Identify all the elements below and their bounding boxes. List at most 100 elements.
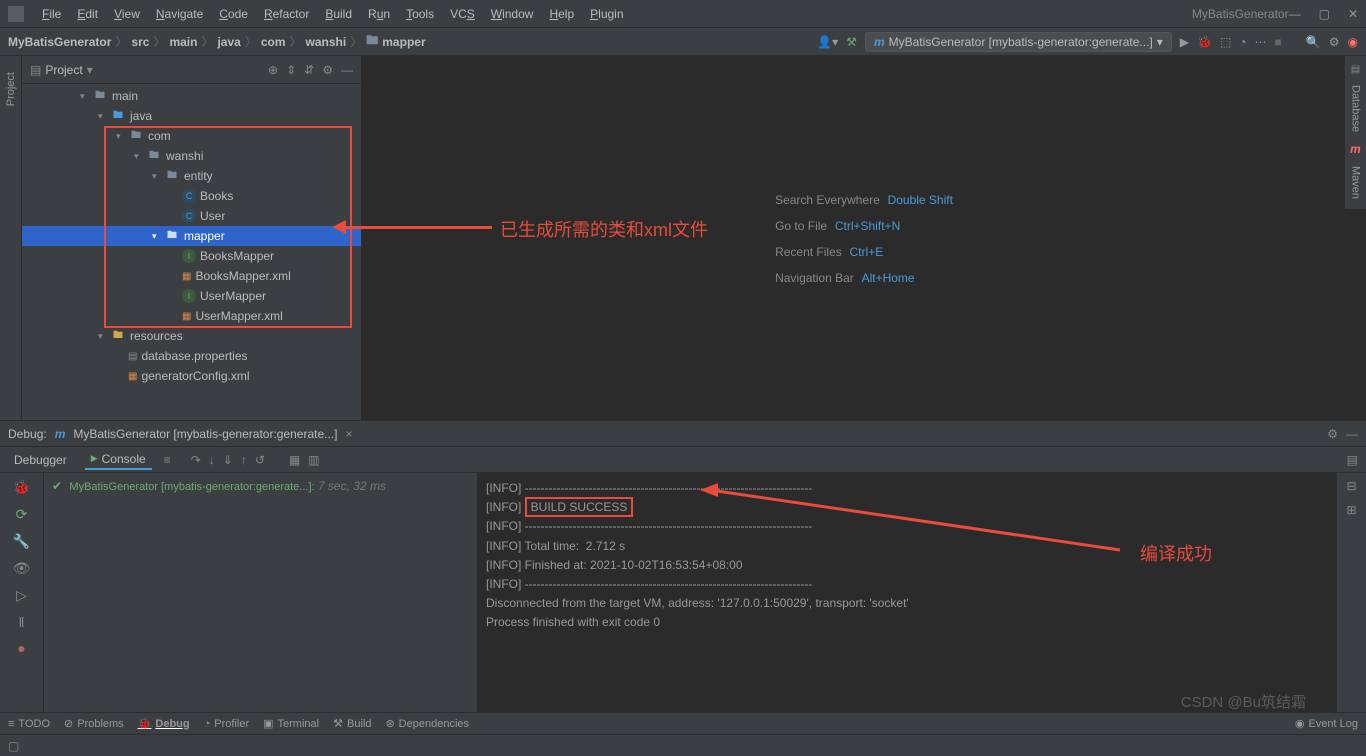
- crumb-java[interactable]: java: [217, 35, 240, 49]
- menu-file[interactable]: File: [36, 5, 67, 23]
- ide-brand-icon[interactable]: ◉: [1348, 35, 1358, 49]
- toolwindow-profiler[interactable]: ◔ Profiler: [204, 718, 250, 730]
- tab-console[interactable]: ▶Console: [85, 450, 152, 470]
- crumb-wanshi[interactable]: wanshi: [306, 35, 347, 49]
- rerun-debug-icon[interactable]: 🐞: [13, 479, 30, 496]
- panel-gear-icon[interactable]: ⚙: [322, 63, 333, 77]
- menu-help[interactable]: Help: [543, 5, 580, 23]
- hammer-icon[interactable]: ⚒: [846, 35, 857, 49]
- collapse-icon[interactable]: ⇕: [286, 63, 296, 77]
- debug-config-label[interactable]: MyBatisGenerator [mybatis-generator:gene…: [73, 427, 337, 441]
- expand-icon[interactable]: ⇵: [304, 63, 314, 77]
- tab-debugger[interactable]: Debugger: [8, 451, 73, 469]
- console-output[interactable]: [INFO] ---------------------------------…: [478, 473, 1336, 712]
- search-icon[interactable]: 🔍: [1306, 35, 1321, 49]
- panel-hide-icon[interactable]: —: [341, 63, 353, 77]
- eval2-icon[interactable]: ▥: [308, 453, 319, 467]
- run-icon[interactable]: ▶: [1180, 35, 1189, 49]
- menu-build[interactable]: Build: [319, 5, 358, 23]
- menu-edit[interactable]: Edit: [71, 5, 104, 23]
- eval-icon[interactable]: ▦: [289, 453, 300, 467]
- tree-node-com[interactable]: ▾🖿com: [22, 126, 361, 146]
- tree-node-booksmapper[interactable]: IBooksMapper: [22, 246, 361, 266]
- tree-node-resources[interactable]: ▾🖿resources: [22, 326, 361, 346]
- project-tree[interactable]: ▾🖿main ▾🖿java ▾🖿com ▾🖿wanshi ▾🖿entity CB…: [22, 84, 361, 420]
- wrench-icon[interactable]: 🔧: [13, 533, 30, 550]
- force-step-into-icon[interactable]: ⇓: [223, 453, 233, 467]
- tree-node-dbprops[interactable]: ▤database.properties: [22, 346, 361, 366]
- layout-icon[interactable]: ▤: [1347, 453, 1358, 467]
- menu-vcs[interactable]: VCS: [444, 5, 481, 23]
- pause-icon[interactable]: ▷: [16, 587, 27, 604]
- profile-icon[interactable]: ◔: [1239, 35, 1246, 49]
- crumb-src[interactable]: src: [131, 35, 149, 49]
- toolwindow-project[interactable]: Project: [5, 72, 17, 106]
- resume-icon[interactable]: ⟳: [16, 506, 28, 523]
- menu-run[interactable]: Run: [362, 5, 396, 23]
- tab-more-icon[interactable]: ≡: [164, 453, 171, 467]
- close-icon[interactable]: ✕: [1348, 7, 1358, 21]
- toolwindow-debug[interactable]: 🐞 Debug: [138, 717, 190, 730]
- menu-tools[interactable]: Tools: [400, 5, 440, 23]
- step-over-icon[interactable]: ↷: [191, 453, 201, 467]
- toolwindow-maven[interactable]: Maven: [1350, 166, 1362, 199]
- debug-gear-icon[interactable]: ⚙: [1327, 427, 1338, 441]
- toolwindow-todo[interactable]: ≡ TODO: [8, 718, 50, 730]
- maximize-icon[interactable]: ▢: [1319, 7, 1330, 21]
- debug-label: Debug:: [8, 427, 47, 441]
- view-bp-icon[interactable]: 👁: [13, 560, 31, 577]
- layout-right-icon[interactable]: ⊟: [1346, 479, 1356, 493]
- tree-node-mapper[interactable]: ▾🖿mapper: [22, 226, 361, 246]
- settings-icon[interactable]: ⚙: [1329, 35, 1340, 49]
- pause2-icon[interactable]: ‖: [19, 614, 25, 630]
- attach-icon[interactable]: ⋯: [1255, 35, 1267, 49]
- tree-node-java[interactable]: ▾🖿java: [22, 106, 361, 126]
- project-panel-title[interactable]: Project: [45, 63, 82, 77]
- tree-node-usermapperxml[interactable]: ▦UserMapper.xml: [22, 306, 361, 326]
- toolwindow-database[interactable]: Database: [1350, 85, 1362, 132]
- target-icon[interactable]: ⊕: [268, 63, 278, 77]
- menu-window[interactable]: Window: [485, 5, 540, 23]
- run-config-selector[interactable]: m MyBatisGenerator [mybatis-generator:ge…: [865, 32, 1172, 52]
- menu-navigate[interactable]: Navigate: [150, 5, 209, 23]
- toolwindow-terminal[interactable]: ▣ Terminal: [263, 717, 319, 730]
- coverage-icon[interactable]: ⬚: [1220, 35, 1231, 49]
- toolwindow-dependencies[interactable]: ⊛ Dependencies: [385, 717, 469, 730]
- tree-node-wanshi[interactable]: ▾🖿wanshi: [22, 146, 361, 166]
- chevron-down-icon[interactable]: ▾: [87, 63, 93, 77]
- drop-frame-icon[interactable]: ↺: [255, 453, 265, 467]
- breadcrumb[interactable]: MyBatisGenerator〉 src〉 main〉 java〉 com〉 …: [8, 31, 426, 52]
- mute-bp-icon[interactable]: ●: [17, 640, 25, 656]
- menu-plugin[interactable]: Plugin: [584, 5, 629, 23]
- step-out-icon[interactable]: ↑: [241, 453, 247, 467]
- toolwindow-build[interactable]: ⚒ Build: [333, 717, 371, 730]
- tree-node-main[interactable]: ▾🖿main: [22, 86, 361, 106]
- tree-node-entity[interactable]: ▾🖿entity: [22, 166, 361, 186]
- tree-node-gencfg[interactable]: ▦generatorConfig.xml: [22, 366, 361, 386]
- step-into-icon[interactable]: ↓: [209, 453, 215, 467]
- toolwindow-eventlog[interactable]: ◉ Event Log: [1295, 717, 1358, 730]
- toolwindow-problems[interactable]: ⊘ Problems: [64, 717, 124, 730]
- tree-node-booksmapperxml[interactable]: ▦BooksMapper.xml: [22, 266, 361, 286]
- tree-node-usermapper[interactable]: IUserMapper: [22, 286, 361, 306]
- close-tab-icon[interactable]: ×: [346, 427, 353, 441]
- menu-view[interactable]: View: [108, 5, 146, 23]
- crumb-mapper[interactable]: mapper: [382, 35, 425, 49]
- status-bar: ▢: [0, 734, 1366, 756]
- bottom-toolwindow-bar: ≡ TODO ⊘ Problems 🐞 Debug ◔ Profiler ▣ T…: [0, 712, 1366, 734]
- debug-icon[interactable]: 🐞: [1197, 35, 1212, 49]
- layout-bottom-icon[interactable]: ⊞: [1346, 503, 1356, 517]
- statusbar-toggle-icon[interactable]: ▢: [8, 739, 19, 753]
- debug-hide-icon[interactable]: —: [1346, 427, 1358, 441]
- crumb-root[interactable]: MyBatisGenerator: [8, 35, 111, 49]
- menu-code[interactable]: Code: [213, 5, 254, 23]
- stop-icon[interactable]: ■: [1275, 35, 1282, 49]
- user-icon[interactable]: 👤▾: [817, 35, 838, 49]
- tree-node-user[interactable]: CUser: [22, 206, 361, 226]
- crumb-com[interactable]: com: [261, 35, 286, 49]
- debug-left-toolbar: 🐞 ⟳ 🔧 👁 ▷ ‖ ●: [0, 473, 44, 712]
- tree-node-books[interactable]: CBooks: [22, 186, 361, 206]
- menu-refactor[interactable]: Refactor: [258, 5, 315, 23]
- minimize-icon[interactable]: —: [1289, 7, 1301, 21]
- crumb-main[interactable]: main: [169, 35, 197, 49]
